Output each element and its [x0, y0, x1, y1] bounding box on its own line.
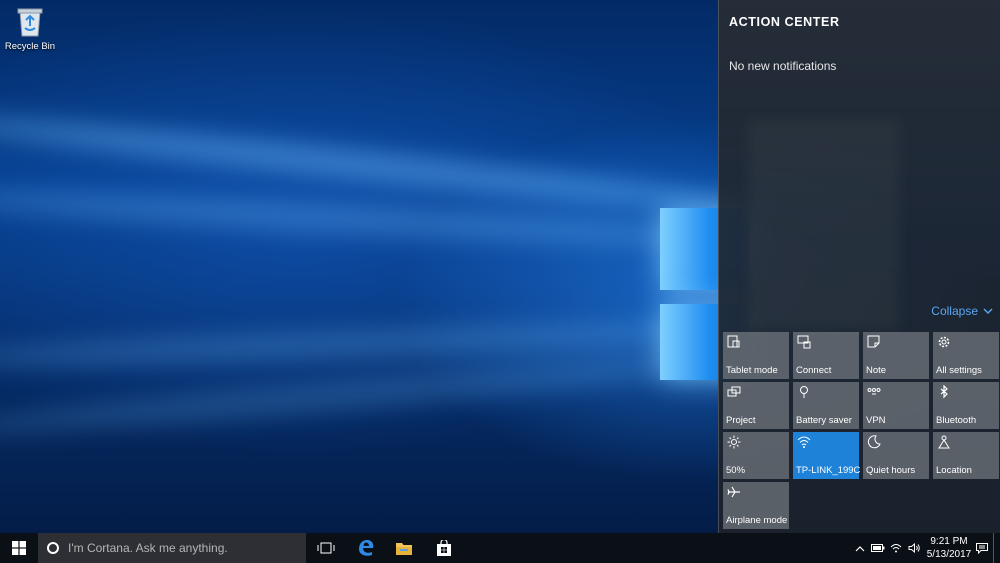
tile-tablet-mode[interactable]: Tablet mode: [723, 332, 789, 379]
gear-icon: [937, 335, 951, 349]
tile-label: Bluetooth: [936, 415, 977, 426]
search-placeholder: I'm Cortana. Ask me anything.: [68, 541, 228, 555]
edge-icon: [359, 540, 374, 556]
bluetooth-icon: [937, 385, 951, 399]
recycle-bin-label: Recycle Bin: [4, 41, 56, 52]
tile-label: Airplane mode: [726, 515, 788, 526]
no-notifications-message: No new notifications: [729, 59, 837, 73]
location-icon: [937, 435, 951, 449]
clock-date: 5/13/2017: [926, 549, 972, 560]
volume-icon[interactable]: [905, 533, 923, 563]
tile-quiet-hours[interactable]: Quiet hours: [863, 432, 929, 479]
tile-label: 50%: [726, 465, 746, 476]
tile-label: Note: [866, 365, 887, 376]
tile-connect[interactable]: Connect: [793, 332, 859, 379]
battery-icon[interactable]: [869, 533, 887, 563]
taskbar: I'm Cortana. Ask me anything. 9:21 PM 5/…: [0, 533, 1000, 563]
wifi-icon: [797, 435, 811, 449]
quick-actions-grid: Tablet mode Connect Note All settings Pr…: [723, 332, 999, 529]
project-icon: [727, 385, 741, 399]
tile-airplane-mode[interactable]: Airplane mode: [723, 482, 789, 529]
file-explorer-icon: [396, 543, 412, 555]
chevron-down-icon: [983, 308, 993, 314]
clock[interactable]: 9:21 PM 5/13/2017: [925, 533, 973, 563]
tablet-mode-icon: [727, 335, 741, 349]
clock-time: 9:21 PM: [930, 536, 968, 547]
wifi-icon[interactable]: [887, 533, 905, 563]
moon-icon: [867, 435, 881, 449]
store-icon: [437, 539, 451, 556]
chevron-up-icon[interactable]: [851, 533, 869, 563]
tile-label: TP-LINK_199C: [796, 465, 861, 476]
tile-project[interactable]: Project: [723, 382, 789, 429]
cortana-search-box[interactable]: I'm Cortana. Ask me anything.: [38, 533, 306, 563]
collapse-button[interactable]: Collapse: [931, 304, 993, 318]
edge-button[interactable]: [346, 533, 386, 563]
note-icon: [867, 335, 881, 349]
store-button[interactable]: [424, 533, 464, 563]
task-view-icon: [317, 542, 335, 554]
action-center-title: ACTION CENTER: [729, 15, 840, 29]
battery-saver-icon: [797, 385, 811, 399]
airplane-icon: [727, 485, 741, 499]
task-view-button[interactable]: [306, 533, 346, 563]
tile-brightness[interactable]: 50%: [723, 432, 789, 479]
tile-label: Connect: [796, 365, 832, 376]
brightness-icon: [727, 435, 741, 449]
start-button[interactable]: [0, 533, 37, 563]
tile-label: Tablet mode: [726, 365, 778, 376]
cortana-icon: [47, 542, 59, 554]
tile-wifi-network[interactable]: TP-LINK_199C: [793, 432, 861, 479]
tile-label: Location: [936, 465, 972, 476]
connect-icon: [797, 335, 811, 349]
tile-label: VPN: [866, 415, 886, 426]
tile-battery-saver[interactable]: Battery saver: [793, 382, 859, 429]
tile-label: Battery saver: [796, 415, 852, 426]
show-desktop-button[interactable]: [993, 533, 1000, 563]
tile-note[interactable]: Note: [863, 332, 929, 379]
tile-label: Project: [726, 415, 756, 426]
tile-vpn[interactable]: VPN: [863, 382, 929, 429]
action-center-icon[interactable]: [973, 533, 991, 563]
collapse-label: Collapse: [931, 304, 978, 318]
recycle-bin-shortcut[interactable]: Recycle Bin: [4, 4, 56, 52]
tile-label: Quiet hours: [866, 465, 916, 476]
recycle-bin-icon: [17, 8, 43, 37]
file-explorer-button[interactable]: [384, 533, 424, 563]
tile-bluetooth[interactable]: Bluetooth: [933, 382, 999, 429]
tile-location[interactable]: Location: [933, 432, 999, 479]
action-center-panel: ACTION CENTER No new notifications Colla…: [718, 0, 1000, 533]
system-tray: 9:21 PM 5/13/2017: [851, 533, 1000, 563]
vpn-icon: [867, 385, 881, 399]
windows-logo-icon: [11, 541, 26, 555]
tile-all-settings[interactable]: All settings: [933, 332, 999, 379]
tile-label: All settings: [936, 365, 982, 376]
